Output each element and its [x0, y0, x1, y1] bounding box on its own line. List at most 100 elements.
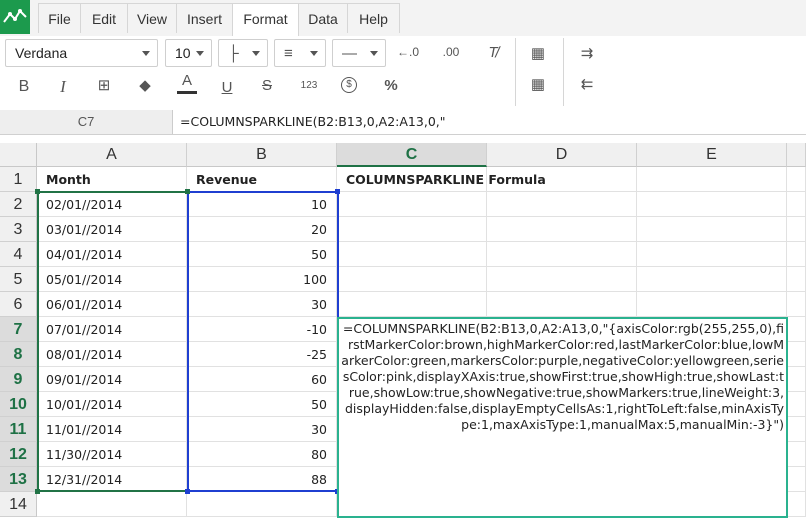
row-header-2[interactable]: 2: [0, 192, 37, 217]
cell-e1[interactable]: [637, 167, 787, 192]
strikethrough-button[interactable]: S: [252, 72, 282, 98]
cell-f1[interactable]: [787, 167, 806, 192]
cell-f6[interactable]: [787, 292, 806, 317]
cell-b11[interactable]: 30: [187, 417, 337, 442]
clear-format-button[interactable]: T̸: [478, 39, 508, 65]
cell-f4[interactable]: [787, 242, 806, 267]
cell-b2[interactable]: 10: [187, 192, 337, 217]
row-header-6[interactable]: 6: [0, 292, 37, 317]
menu-format[interactable]: Format: [232, 3, 299, 37]
range-handle[interactable]: [185, 189, 190, 194]
percent-format-button[interactable]: %: [376, 72, 406, 98]
cell-b9[interactable]: 60: [187, 367, 337, 392]
borders-dropdown[interactable]: ├: [218, 39, 268, 67]
cell-e2[interactable]: [637, 192, 787, 217]
menu-view[interactable]: View: [127, 3, 177, 33]
menu-insert[interactable]: Insert: [176, 3, 233, 33]
font-family-select[interactable]: Verdana: [5, 39, 158, 67]
row-header-3[interactable]: 3: [0, 217, 37, 242]
cell-a10[interactable]: 10/01//2014: [37, 392, 187, 417]
cell-f8[interactable]: [787, 342, 806, 367]
cell-a11[interactable]: 11/01//2014: [37, 417, 187, 442]
cell-c4[interactable]: [337, 242, 487, 267]
decrease-indent-button[interactable]: ⇇: [572, 71, 602, 97]
cell-a5[interactable]: 05/01//2014: [37, 267, 187, 292]
range-handle[interactable]: [35, 489, 40, 494]
row-header-13[interactable]: 13: [0, 467, 37, 492]
cell-b1[interactable]: Revenue: [187, 167, 337, 192]
cell-b10[interactable]: 50: [187, 392, 337, 417]
cell-b5[interactable]: 100: [187, 267, 337, 292]
cell-a8[interactable]: 08/01//2014: [37, 342, 187, 367]
cell-f3[interactable]: [787, 217, 806, 242]
cell-e5[interactable]: [637, 267, 787, 292]
fill-color-button[interactable]: ◆: [130, 72, 160, 98]
cell-c6[interactable]: [337, 292, 487, 317]
italic-button[interactable]: I: [48, 74, 78, 100]
bold-button[interactable]: B: [9, 74, 39, 100]
menu-data[interactable]: Data: [298, 3, 348, 33]
cell-a14[interactable]: [37, 492, 187, 517]
cell-b7[interactable]: -10: [187, 317, 337, 342]
formula-input[interactable]: =COLUMNSPARKLINE(B2:B13,0,A2:A13,0,": [180, 113, 806, 131]
cell-d5[interactable]: [487, 267, 637, 292]
cell-f10[interactable]: [787, 392, 806, 417]
increase-indent-button[interactable]: ⇉: [572, 40, 602, 66]
cell-a3[interactable]: 03/01//2014: [37, 217, 187, 242]
unmerge-cells-button[interactable]: ▦: [523, 71, 553, 97]
row-header-14[interactable]: 14: [0, 492, 37, 517]
menu-help[interactable]: Help: [347, 3, 400, 33]
cell-borders-button[interactable]: ⊞: [89, 72, 119, 98]
cell-b12[interactable]: 80: [187, 442, 337, 467]
select-all-corner[interactable]: [0, 143, 37, 167]
row-header-5[interactable]: 5: [0, 267, 37, 292]
row-header-12[interactable]: 12: [0, 442, 37, 467]
cell-a2[interactable]: 02/01//2014: [37, 192, 187, 217]
cell-f7[interactable]: [787, 317, 806, 342]
range-handle[interactable]: [35, 189, 40, 194]
cell-d2[interactable]: [487, 192, 637, 217]
cell-f11[interactable]: [787, 417, 806, 442]
cell-e3[interactable]: [637, 217, 787, 242]
cell-d6[interactable]: [487, 292, 637, 317]
merge-cells-button[interactable]: ▦: [523, 40, 553, 66]
font-size-select[interactable]: 10: [165, 39, 212, 67]
row-header-8[interactable]: 8: [0, 342, 37, 367]
cell-b6[interactable]: 30: [187, 292, 337, 317]
cell-c5[interactable]: [337, 267, 487, 292]
increase-decimal-button[interactable]: .00: [436, 39, 466, 65]
row-header-11[interactable]: 11: [0, 417, 37, 442]
currency-format-button[interactable]: $: [334, 72, 364, 98]
decrease-decimal-button[interactable]: ←.0: [393, 39, 423, 65]
cell-b8[interactable]: -25: [187, 342, 337, 367]
cell-f13[interactable]: [787, 467, 806, 492]
row-header-10[interactable]: 10: [0, 392, 37, 417]
row-header-1[interactable]: 1: [0, 167, 37, 192]
cell-f2[interactable]: [787, 192, 806, 217]
column-header-b[interactable]: B: [187, 143, 337, 167]
column-header-c[interactable]: C: [337, 143, 487, 167]
cell-a12[interactable]: 11/30//2014: [37, 442, 187, 467]
cell-a13[interactable]: 12/31//2014: [37, 467, 187, 492]
menu-file[interactable]: File: [38, 3, 81, 33]
range-handle[interactable]: [185, 489, 190, 494]
cell-d4[interactable]: [487, 242, 637, 267]
vertical-align-dropdown[interactable]: ―: [332, 39, 386, 67]
cell-a9[interactable]: 09/01//2014: [37, 367, 187, 392]
column-header-d[interactable]: D: [487, 143, 637, 167]
range-handle[interactable]: [335, 189, 340, 194]
cell-e6[interactable]: [637, 292, 787, 317]
cell-b4[interactable]: 50: [187, 242, 337, 267]
cell-c2[interactable]: [337, 192, 487, 217]
cell-b3[interactable]: 20: [187, 217, 337, 242]
cell-f9[interactable]: [787, 367, 806, 392]
cell-a6[interactable]: 06/01//2014: [37, 292, 187, 317]
cell-c3[interactable]: [337, 217, 487, 242]
horizontal-align-dropdown[interactable]: ≡: [274, 39, 326, 67]
cell-a4[interactable]: 04/01//2014: [37, 242, 187, 267]
cell-b14[interactable]: [187, 492, 337, 517]
cell-a1[interactable]: Month: [37, 167, 187, 192]
underline-button[interactable]: U: [212, 74, 242, 100]
font-color-button[interactable]: A: [172, 70, 202, 96]
cell-c1[interactable]: COLUMNSPARKLINE Formula: [337, 167, 546, 192]
